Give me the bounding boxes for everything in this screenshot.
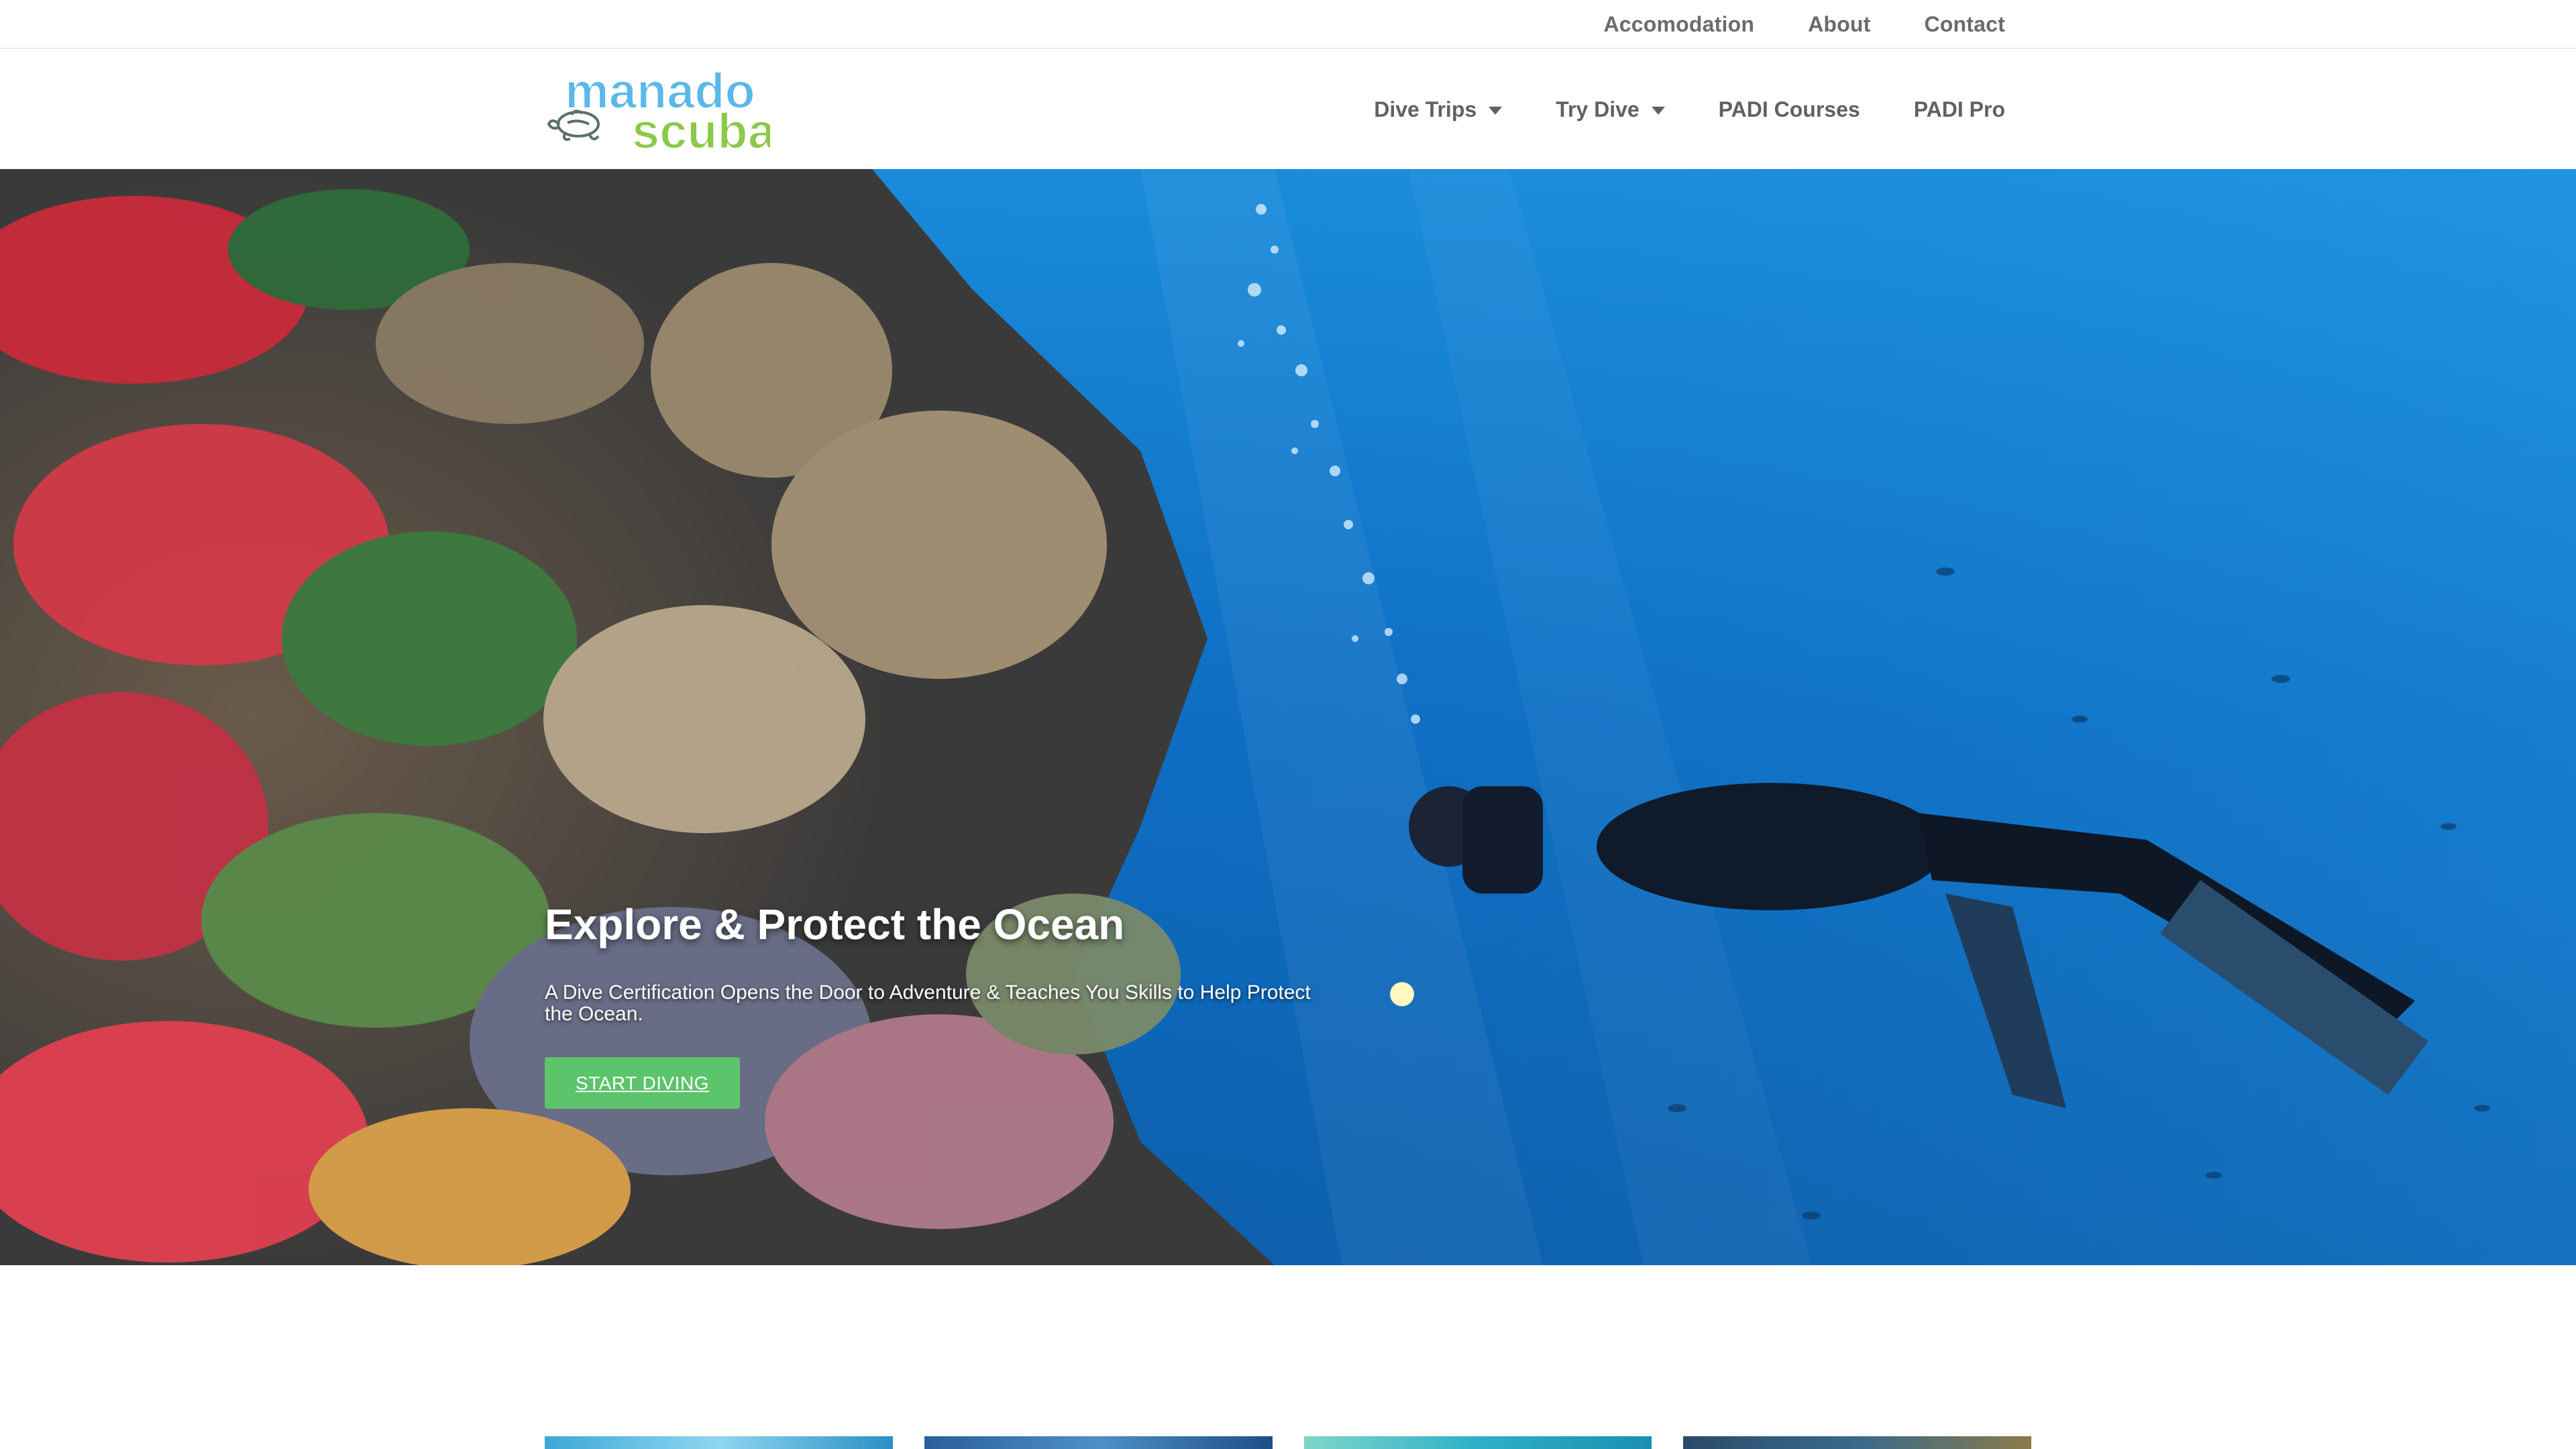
top-nav-contact[interactable]: Contact xyxy=(1924,12,2005,37)
top-nav-about[interactable]: About xyxy=(1808,12,1870,37)
nav-padi-pro[interactable]: PADI Pro xyxy=(1914,97,2005,122)
feature-card-image[interactable] xyxy=(924,1436,1273,1449)
nav-dive-trips[interactable]: Dive Trips xyxy=(1374,97,1503,122)
feature-cards xyxy=(545,1436,2031,1449)
hero-title: Explore & Protect the Ocean xyxy=(545,900,1125,949)
nav-try-dive[interactable]: Try Dive xyxy=(1556,97,1665,122)
feature-card-image[interactable] xyxy=(545,1436,893,1449)
nav-dive-trips-label: Dive Trips xyxy=(1374,97,1477,121)
feature-card-image[interactable] xyxy=(1683,1436,2031,1449)
hero-subtitle: A Dive Certification Opens the Door to A… xyxy=(545,981,1311,1025)
nav-try-dive-label: Try Dive xyxy=(1556,97,1640,121)
site-logo[interactable]: manado scuba xyxy=(545,62,777,160)
top-nav: Accomodation About Contact xyxy=(1603,0,2005,48)
nav-padi-courses[interactable]: PADI Courses xyxy=(1719,97,1860,122)
hero-section: Explore & Protect the Ocean A Dive Certi… xyxy=(0,169,2576,1265)
top-nav-accommodation[interactable]: Accomodation xyxy=(1603,12,1754,37)
main-nav: Dive Trips Try Dive PADI Courses PADI Pr… xyxy=(1374,50,2005,169)
logo-text-scuba: scuba xyxy=(632,103,770,154)
chevron-down-icon xyxy=(1489,106,1503,115)
nav-padi-pro-label: PADI Pro xyxy=(1913,97,2005,121)
feature-card-image[interactable] xyxy=(1303,1436,1652,1449)
hero-content: Explore & Protect the Ocean A Dive Certi… xyxy=(545,900,1350,1109)
logo-graphic: manado scuba xyxy=(547,62,777,160)
top-utility-bar: Accomodation About Contact xyxy=(0,0,2576,49)
start-diving-button[interactable]: START DIVING xyxy=(545,1057,740,1109)
nav-padi-courses-label: PADI Courses xyxy=(1718,97,1860,121)
chevron-down-icon xyxy=(1651,106,1665,115)
site-header: manado scuba Dive Trips Try Dive PADI Co… xyxy=(0,50,2576,169)
